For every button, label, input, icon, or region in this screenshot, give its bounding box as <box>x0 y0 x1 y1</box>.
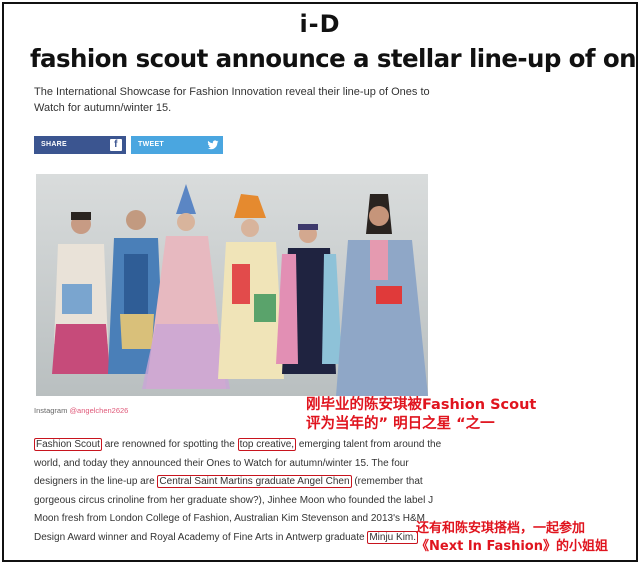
annotation-line: 还有和陈安琪搭档，一起参加 <box>416 521 586 536</box>
twitter-bird-icon <box>207 139 219 151</box>
body-text-1: are renowned for spotting the <box>101 439 238 450</box>
article-hero-photo[interactable] <box>36 174 428 396</box>
facebook-share-button[interactable]: SHARE f <box>34 136 126 154</box>
facebook-icon: f <box>110 139 122 151</box>
photo-credit-prefix: Instagram <box>34 406 70 415</box>
twitter-share-label: TWEET <box>138 141 164 148</box>
screenshot-frame: i-D fashion scout announce a stellar lin… <box>2 2 638 562</box>
runway-models-image <box>36 174 428 396</box>
highlight-angel-chen: Central Saint Martins graduate Angel Che… <box>157 475 352 488</box>
site-header: i-D <box>4 4 636 42</box>
article-standfirst: The International Showcase for Fashion I… <box>34 86 430 114</box>
annotation-angel-chen: 刚毕业的陈安琪被Fashion Scout 评为当年的” 明日之星 “之一 <box>306 396 536 434</box>
twitter-share-button[interactable]: TWEET <box>131 136 223 154</box>
annotation-line: 《Next In Fashion》的小姐姐 <box>416 539 608 554</box>
site-logo[interactable]: i-D <box>299 10 340 38</box>
annotation-line: 评为当年的” 明日之星 “之一 <box>306 416 495 432</box>
annotation-minju-kim: 还有和陈安琪搭档，一起参加 《Next In Fashion》的小姐姐 <box>416 520 608 556</box>
photo-credit-handle-link[interactable]: @angelchen2626 <box>69 406 128 415</box>
highlight-fashion-scout[interactable]: Fashion Scout <box>34 438 102 451</box>
annotation-line: 刚毕业的陈安琪被Fashion Scout <box>306 397 537 413</box>
facebook-share-label: SHARE <box>41 141 68 148</box>
article-headline: fashion scout announce a stellar line-up… <box>30 44 636 73</box>
highlight-minju-kim: Minju Kim. <box>367 530 419 544</box>
photo-credit: Instagram @angelchen2626 <box>34 406 128 415</box>
highlight-top-creative: top creative, <box>237 438 297 451</box>
article-body: Fashion Scout are renowned for spotting … <box>34 436 444 547</box>
